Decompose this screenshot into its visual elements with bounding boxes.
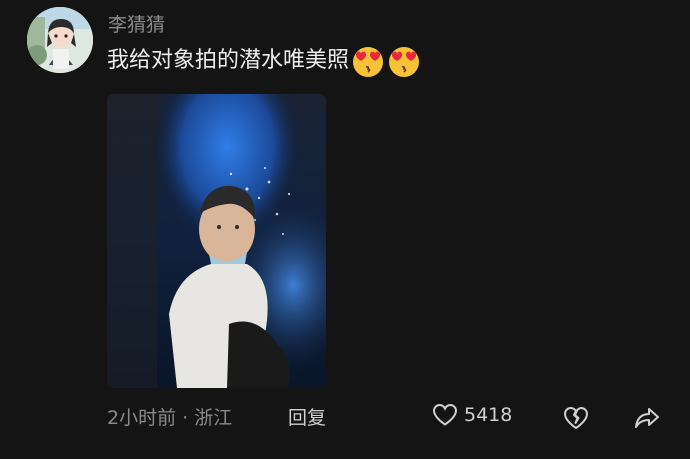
comment-time-location: 2小时前 · 浙江 (107, 407, 233, 429)
share-arrow-icon[interactable] (633, 405, 661, 431)
heart-eyes-emoji-icon (351, 44, 385, 78)
comment-item: 李猜猜 我给对象拍的潜水唯美照 2小时前 · 浙江 回复 5418 (0, 0, 690, 459)
avatar[interactable] (27, 7, 93, 73)
comment-content: 我给对象拍的潜水唯美照 (107, 44, 421, 78)
comment-photo[interactable] (107, 94, 326, 388)
reply-button[interactable]: 回复 (288, 403, 326, 430)
like-count: 5418 (464, 404, 513, 426)
heart-eyes-emoji-icon (387, 44, 421, 78)
like-button[interactable]: 5418 (432, 403, 512, 427)
broken-heart-icon[interactable] (562, 405, 590, 431)
heart-outline-icon (432, 403, 458, 427)
comment-text: 我给对象拍的潜水唯美照 (107, 48, 350, 73)
username[interactable]: 李猜猜 (108, 10, 165, 37)
